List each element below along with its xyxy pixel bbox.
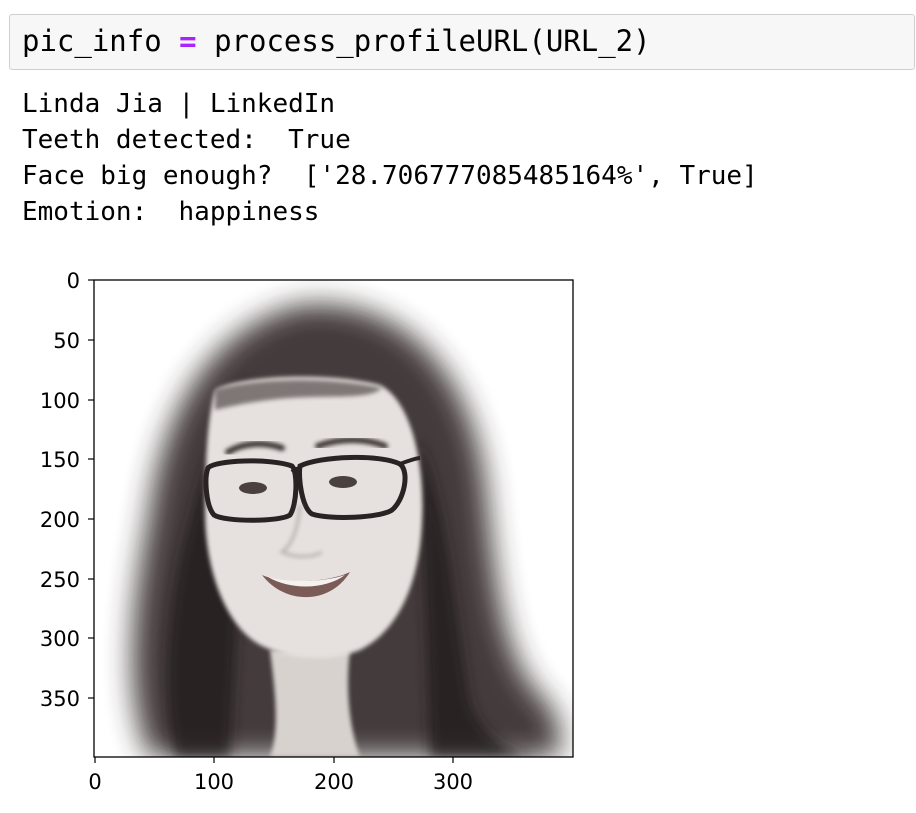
code-operator: =: [179, 24, 197, 58]
x-tick-label: 100: [194, 770, 234, 794]
code-call: process_profileURL(URL_2): [214, 24, 651, 58]
code-variable: pic_info: [22, 24, 162, 58]
x-axis: 0 100 200 300: [88, 757, 473, 794]
portrait-image: [94, 280, 573, 757]
output-line-emotion: Emotion: happiness: [22, 197, 320, 227]
y-tick-label: 50: [53, 329, 80, 353]
output-line-title: Linda Jia | LinkedIn: [22, 89, 336, 119]
x-tick-label: 200: [314, 770, 354, 794]
y-tick-label: 250: [40, 568, 80, 592]
x-tick-label: 300: [433, 770, 473, 794]
y-tick-label: 0: [67, 269, 80, 293]
y-axis: 0 50 100 150 200 250 300 350: [40, 269, 94, 711]
plot-svg: 0 50 100 150 200 250 300 350 0 100 200 3…: [40, 269, 574, 794]
code-line[interactable]: pic_info = process_profileURL(URL_2): [22, 24, 651, 58]
y-tick-label: 150: [40, 448, 80, 472]
face: [205, 376, 423, 658]
image-plot: 0 50 100 150 200 250 300 350 0 100 200 3…: [0, 260, 620, 808]
output-line-teeth: Teeth detected: True: [22, 125, 351, 155]
output-line-face-size: Face big enough? ['28.706777085485164%',…: [22, 161, 758, 191]
y-tick-label: 350: [40, 687, 80, 711]
y-tick-label: 300: [40, 627, 80, 651]
x-tick-label: 0: [88, 770, 101, 794]
y-tick-label: 100: [40, 389, 80, 413]
code-input-cell[interactable]: pic_info = process_profileURL(URL_2): [9, 14, 915, 70]
y-tick-label: 200: [40, 508, 80, 532]
